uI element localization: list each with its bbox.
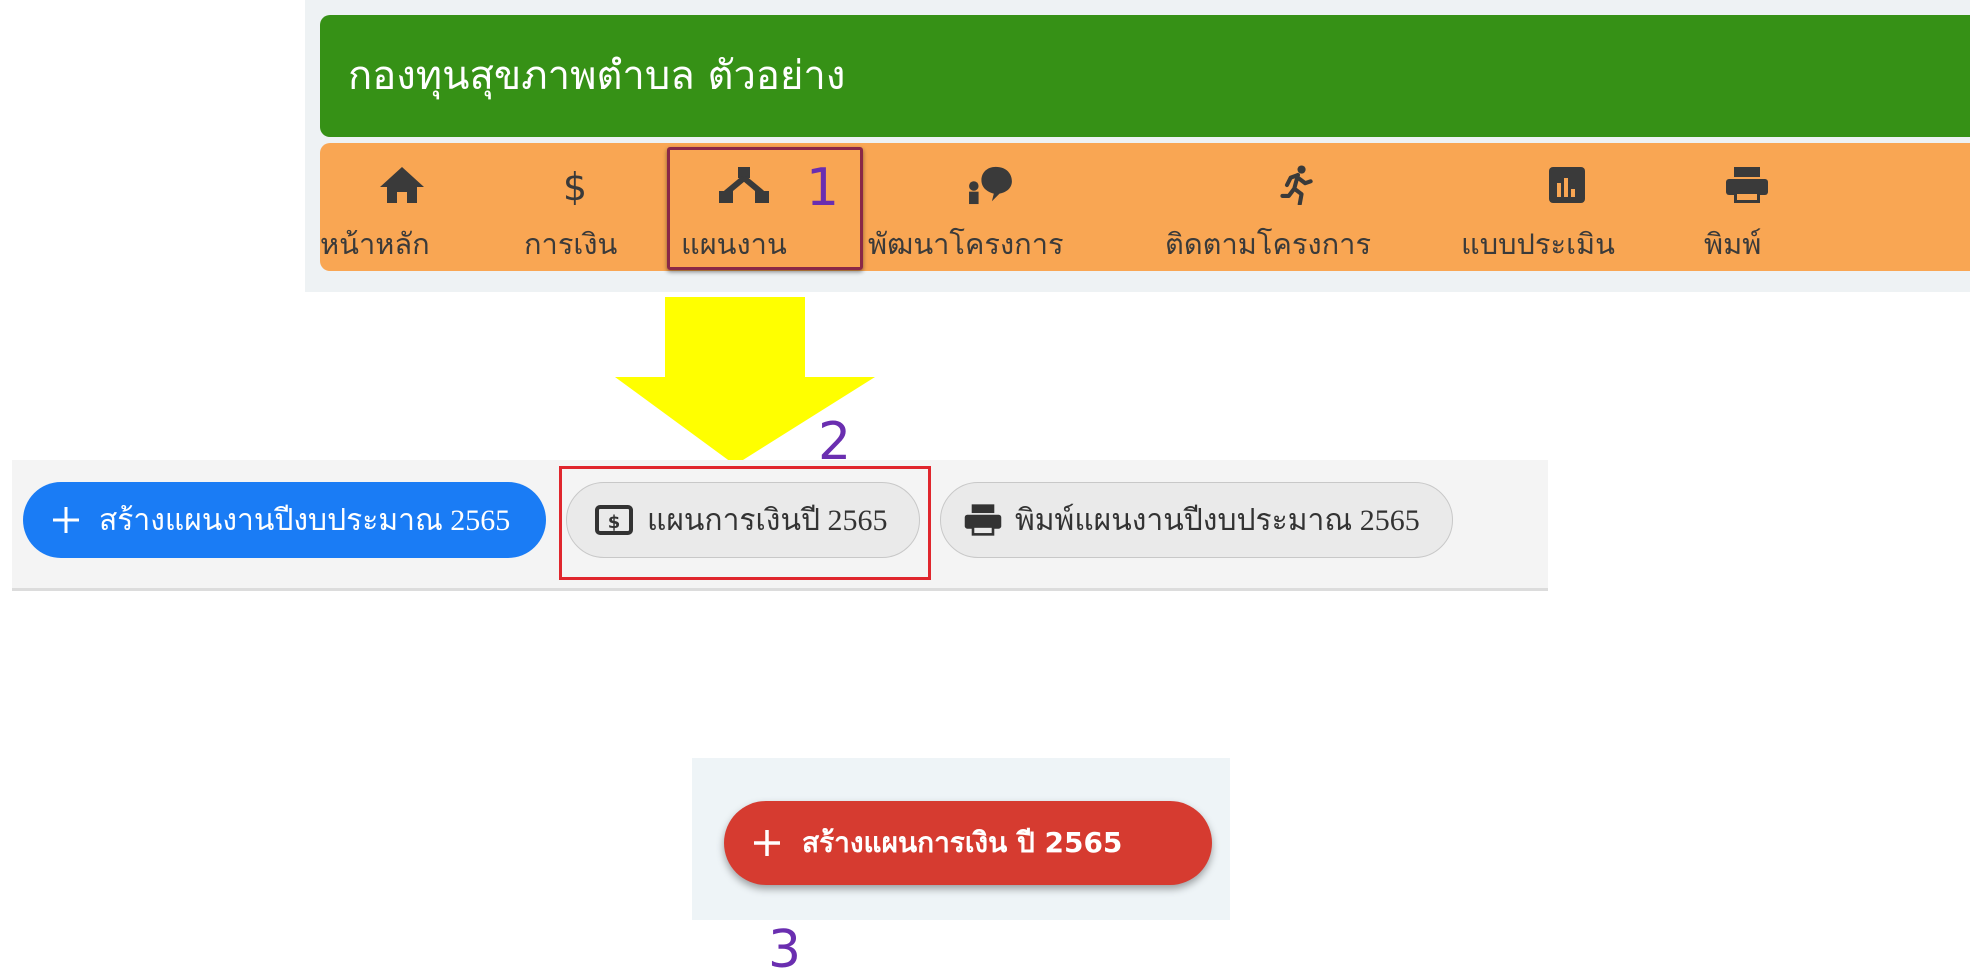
print-icon [964,504,1002,536]
home-icon [380,167,424,203]
nav-item-print[interactable]: พิมพ์ [1704,143,1804,271]
print-plan-button[interactable]: พิมพ์แผนงานปีงบประมาณ 2565 [940,482,1453,558]
page-title: กองทุนสุขภาพตำบล ตัวอย่าง [320,15,1970,137]
print-plan-label: พิมพ์แผนงานปีงบประมาณ 2565 [1015,503,1420,537]
step-number-1: 1 [806,158,840,218]
nav-label: ติดตามโครงการ [1165,227,1372,261]
plus-icon [53,507,79,533]
dollar-icon: $ [563,165,587,205]
create-finance-plan-label: สร้างแผนการเงิน ปี 2565 [802,826,1123,859]
create-plan-label: สร้างแผนงานปีงบประมาณ 2565 [99,503,511,537]
create-finance-plan-button[interactable]: สร้างแผนการเงิน ปี 2565 [724,801,1212,885]
highlight-box-finance-plan [559,466,931,580]
nav-item-home[interactable]: หน้าหลัก [320,143,486,271]
nav-label: หน้าหลัก [320,227,430,261]
plus-icon [754,830,780,856]
nav-item-tracking[interactable]: ติดตามโครงการ [1165,143,1430,271]
nav-label: พิมพ์ [1704,227,1762,261]
nav-item-finance[interactable]: $ การเงิน [524,143,654,271]
print-icon [1726,167,1768,203]
running-person-icon [1280,165,1313,205]
create-plan-button[interactable]: สร้างแผนงานปีงบประมาณ 2565 [23,482,546,558]
nav-item-evaluation[interactable]: แบบประเมิน [1461,143,1671,271]
nav-label: การเงิน [524,227,618,261]
nav-item-project-dev[interactable]: พัฒนาโครงการ [868,143,1138,271]
svg-text:$: $ [563,165,587,205]
idea-person-icon [969,166,1012,205]
nav-label: แบบประเมิน [1461,227,1615,261]
nav-label: พัฒนาโครงการ [868,227,1064,261]
bar-chart-icon [1549,167,1585,203]
step-number-3: 3 [768,920,802,980]
